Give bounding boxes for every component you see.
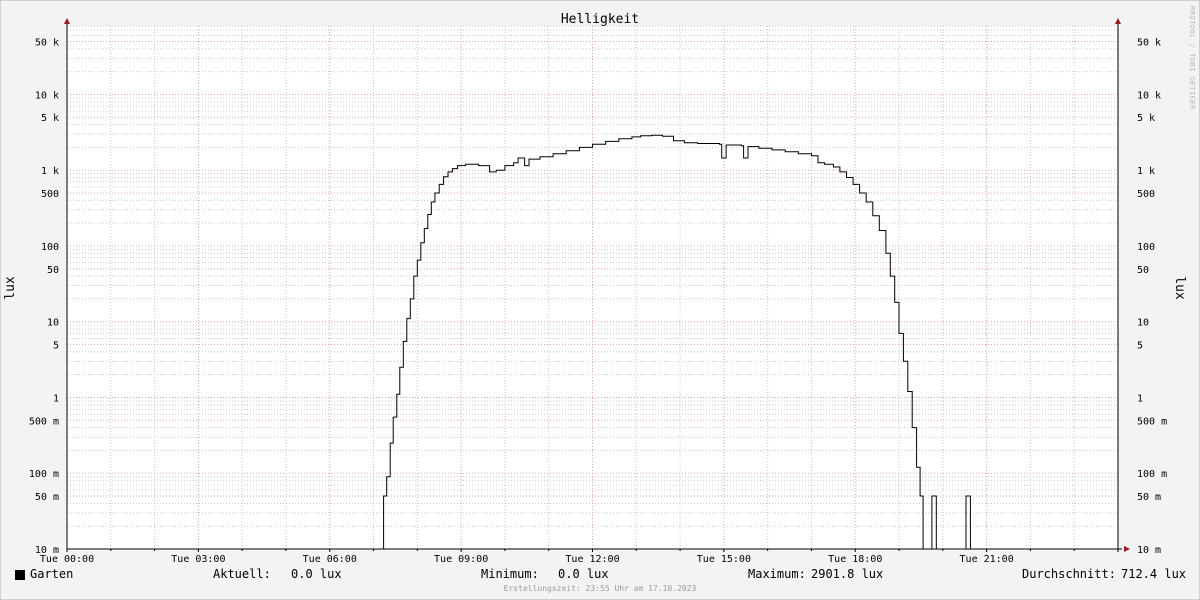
legend-current-label: Aktuell: (213, 567, 271, 581)
legend-series-name: Garten (30, 567, 74, 581)
y-tick-label: 5 k (1137, 113, 1155, 124)
creation-timestamp: Erstellungszeit: 23:55 Uhr am 17.10.2023 (503, 584, 697, 593)
x-axis-arrow (1124, 546, 1130, 552)
y-axis-arrow-left (64, 18, 70, 24)
y-axis-arrow-right (1115, 18, 1121, 24)
y-tick-label: 10 k (1137, 90, 1161, 101)
y-tick-label: 50 k (1137, 37, 1161, 48)
y-axis-label-right: lux (1172, 276, 1187, 300)
y-tick-label: 1 (53, 393, 59, 404)
x-tick-label: Tue 15:00 (697, 554, 751, 565)
y-tick-label: 50 m (35, 492, 59, 503)
y-axis-label-left: lux (3, 276, 18, 300)
x-tick-label: Tue 12:00 (565, 554, 619, 565)
y-tick-label: 1 k (41, 166, 59, 177)
x-tick-label: Tue 09:00 (434, 554, 488, 565)
y-tick-label: 5 k (41, 113, 59, 124)
legend-min-value: 0.0 lux (558, 567, 609, 581)
y-tick-label: 1 k (1137, 166, 1155, 177)
y-tick-label: 50 (47, 265, 59, 276)
rrdtool-watermark: RRDTOOL / TOBI OETIKER (1188, 6, 1196, 110)
y-tick-label: 5 (53, 341, 59, 352)
legend-avg-value: 712.4 lux (1121, 567, 1187, 581)
x-tick-labels: Tue 00:00 Tue 03:00 Tue 06:00 Tue 09:00 Tue … (40, 554, 1014, 565)
legend-avg-label: Durchschnitt: (1022, 567, 1116, 581)
legend-max-label: Maximum: (748, 567, 806, 581)
y-tick-label: 500 (1137, 189, 1155, 200)
chart: Helligkeit lux lux 10 m50 m100 m500 m151… (3, 12, 1187, 565)
y-tick-label: 10 m (1137, 545, 1161, 556)
x-tick-label: Tue 21:00 (960, 554, 1014, 565)
y-tick-labels-left: 10 m50 m100 m500 m1510501005001 k5 k10 k… (29, 37, 59, 556)
y-tick-label: 100 (1137, 242, 1155, 253)
y-tick-label: 10 (47, 318, 59, 329)
y-tick-label: 500 (41, 189, 59, 200)
chart-title: Helligkeit (561, 12, 639, 27)
legend-max-value: 2901.8 lux (811, 567, 884, 581)
y-tick-label: 50 m (1137, 492, 1161, 503)
x-tick-label: Tue 00:00 (40, 554, 94, 565)
x-tick-label: Tue 18:00 (828, 554, 882, 565)
y-tick-label: 10 (1137, 318, 1149, 329)
y-tick-label: 100 m (1137, 469, 1167, 480)
y-tick-label: 100 (41, 242, 59, 253)
y-tick-label: 500 m (1137, 416, 1167, 427)
y-tick-label: 50 (1137, 265, 1149, 276)
x-tick-label: Tue 03:00 (171, 554, 225, 565)
x-tick-label: Tue 06:00 (303, 554, 357, 565)
legend-current-value: 0.0 lux (291, 567, 342, 581)
legend-min-label: Minimum: (481, 567, 539, 581)
y-tick-label: 500 m (29, 416, 59, 427)
y-tick-label: 5 (1137, 341, 1143, 352)
y-tick-label: 1 (1137, 393, 1143, 404)
legend-swatch (15, 570, 25, 580)
y-tick-label: 10 k (35, 90, 59, 101)
y-tick-label: 100 m (29, 469, 59, 480)
y-tick-label: 50 k (35, 37, 59, 48)
y-tick-labels-right: 10 m 50 m 100 m 500 m 1 5 10 50 100 500 1 k 5 k 10 k… (1137, 37, 1167, 556)
